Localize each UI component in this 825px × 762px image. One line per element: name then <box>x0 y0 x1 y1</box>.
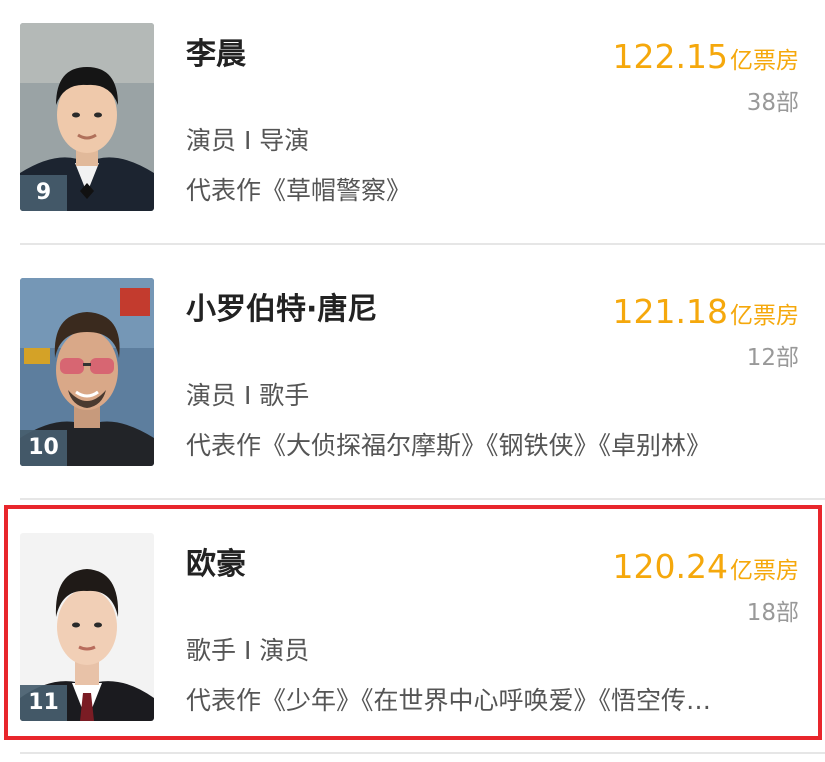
film-count: 38部 <box>746 90 799 116</box>
representative-works: 代表作《大侦探福尔摩斯》《钢铁侠》《卓别林》 <box>186 431 712 460</box>
actor-ranking-list: 9 李晨 122.15亿票房 38部 演员 I 导演 代表作《草帽警察》 10 … <box>0 0 825 762</box>
actor-roles: 歌手 I 演员 <box>186 636 310 665</box>
rank-badge: 9 <box>20 175 67 211</box>
box-office-unit: 亿票房 <box>730 48 799 74</box>
actor-name[interactable]: 小罗伯特·唐尼 <box>186 292 377 328</box>
film-count: 12部 <box>746 345 799 371</box>
box-office-unit: 亿票房 <box>730 558 799 584</box>
actor-row-highlighted[interactable]: 11 欧豪 120.24亿票房 18部 歌手 I 演员 代表作《少年》《在世界中… <box>0 500 825 750</box>
rank-badge: 10 <box>20 430 67 466</box>
actor-photo[interactable]: 10 <box>20 278 154 466</box>
actor-photo[interactable]: 11 <box>20 533 154 721</box>
film-count: 18部 <box>746 600 799 626</box>
actor-photo[interactable]: 9 <box>20 23 154 211</box>
box-office-number: 122.15 <box>612 37 728 76</box>
actor-name[interactable]: 李晨 <box>186 37 246 73</box>
actor-row[interactable]: 10 小罗伯特·唐尼 121.18亿票房 12部 演员 I 歌手 代表作《大侦探… <box>0 245 825 500</box>
actor-name[interactable]: 欧豪 <box>186 547 246 583</box>
box-office-number: 120.24 <box>612 547 728 586</box>
row-divider <box>20 752 825 754</box>
representative-works: 代表作《少年》《在世界中心呼唤爱》《悟空传… <box>186 686 712 715</box>
box-office: 120.24亿票房 <box>613 547 799 593</box>
actor-roles: 演员 I 导演 <box>186 126 310 155</box>
actor-row[interactable]: 9 李晨 122.15亿票房 38部 演员 I 导演 代表作《草帽警察》 <box>0 0 825 245</box>
representative-works: 代表作《草帽警察》 <box>186 176 412 205</box>
box-office: 122.15亿票房 <box>613 37 799 83</box>
rank-badge: 11 <box>20 685 67 721</box>
box-office-unit: 亿票房 <box>730 303 799 329</box>
box-office-number: 121.18 <box>612 292 728 331</box>
actor-roles: 演员 I 歌手 <box>186 381 310 410</box>
box-office: 121.18亿票房 <box>613 292 799 338</box>
